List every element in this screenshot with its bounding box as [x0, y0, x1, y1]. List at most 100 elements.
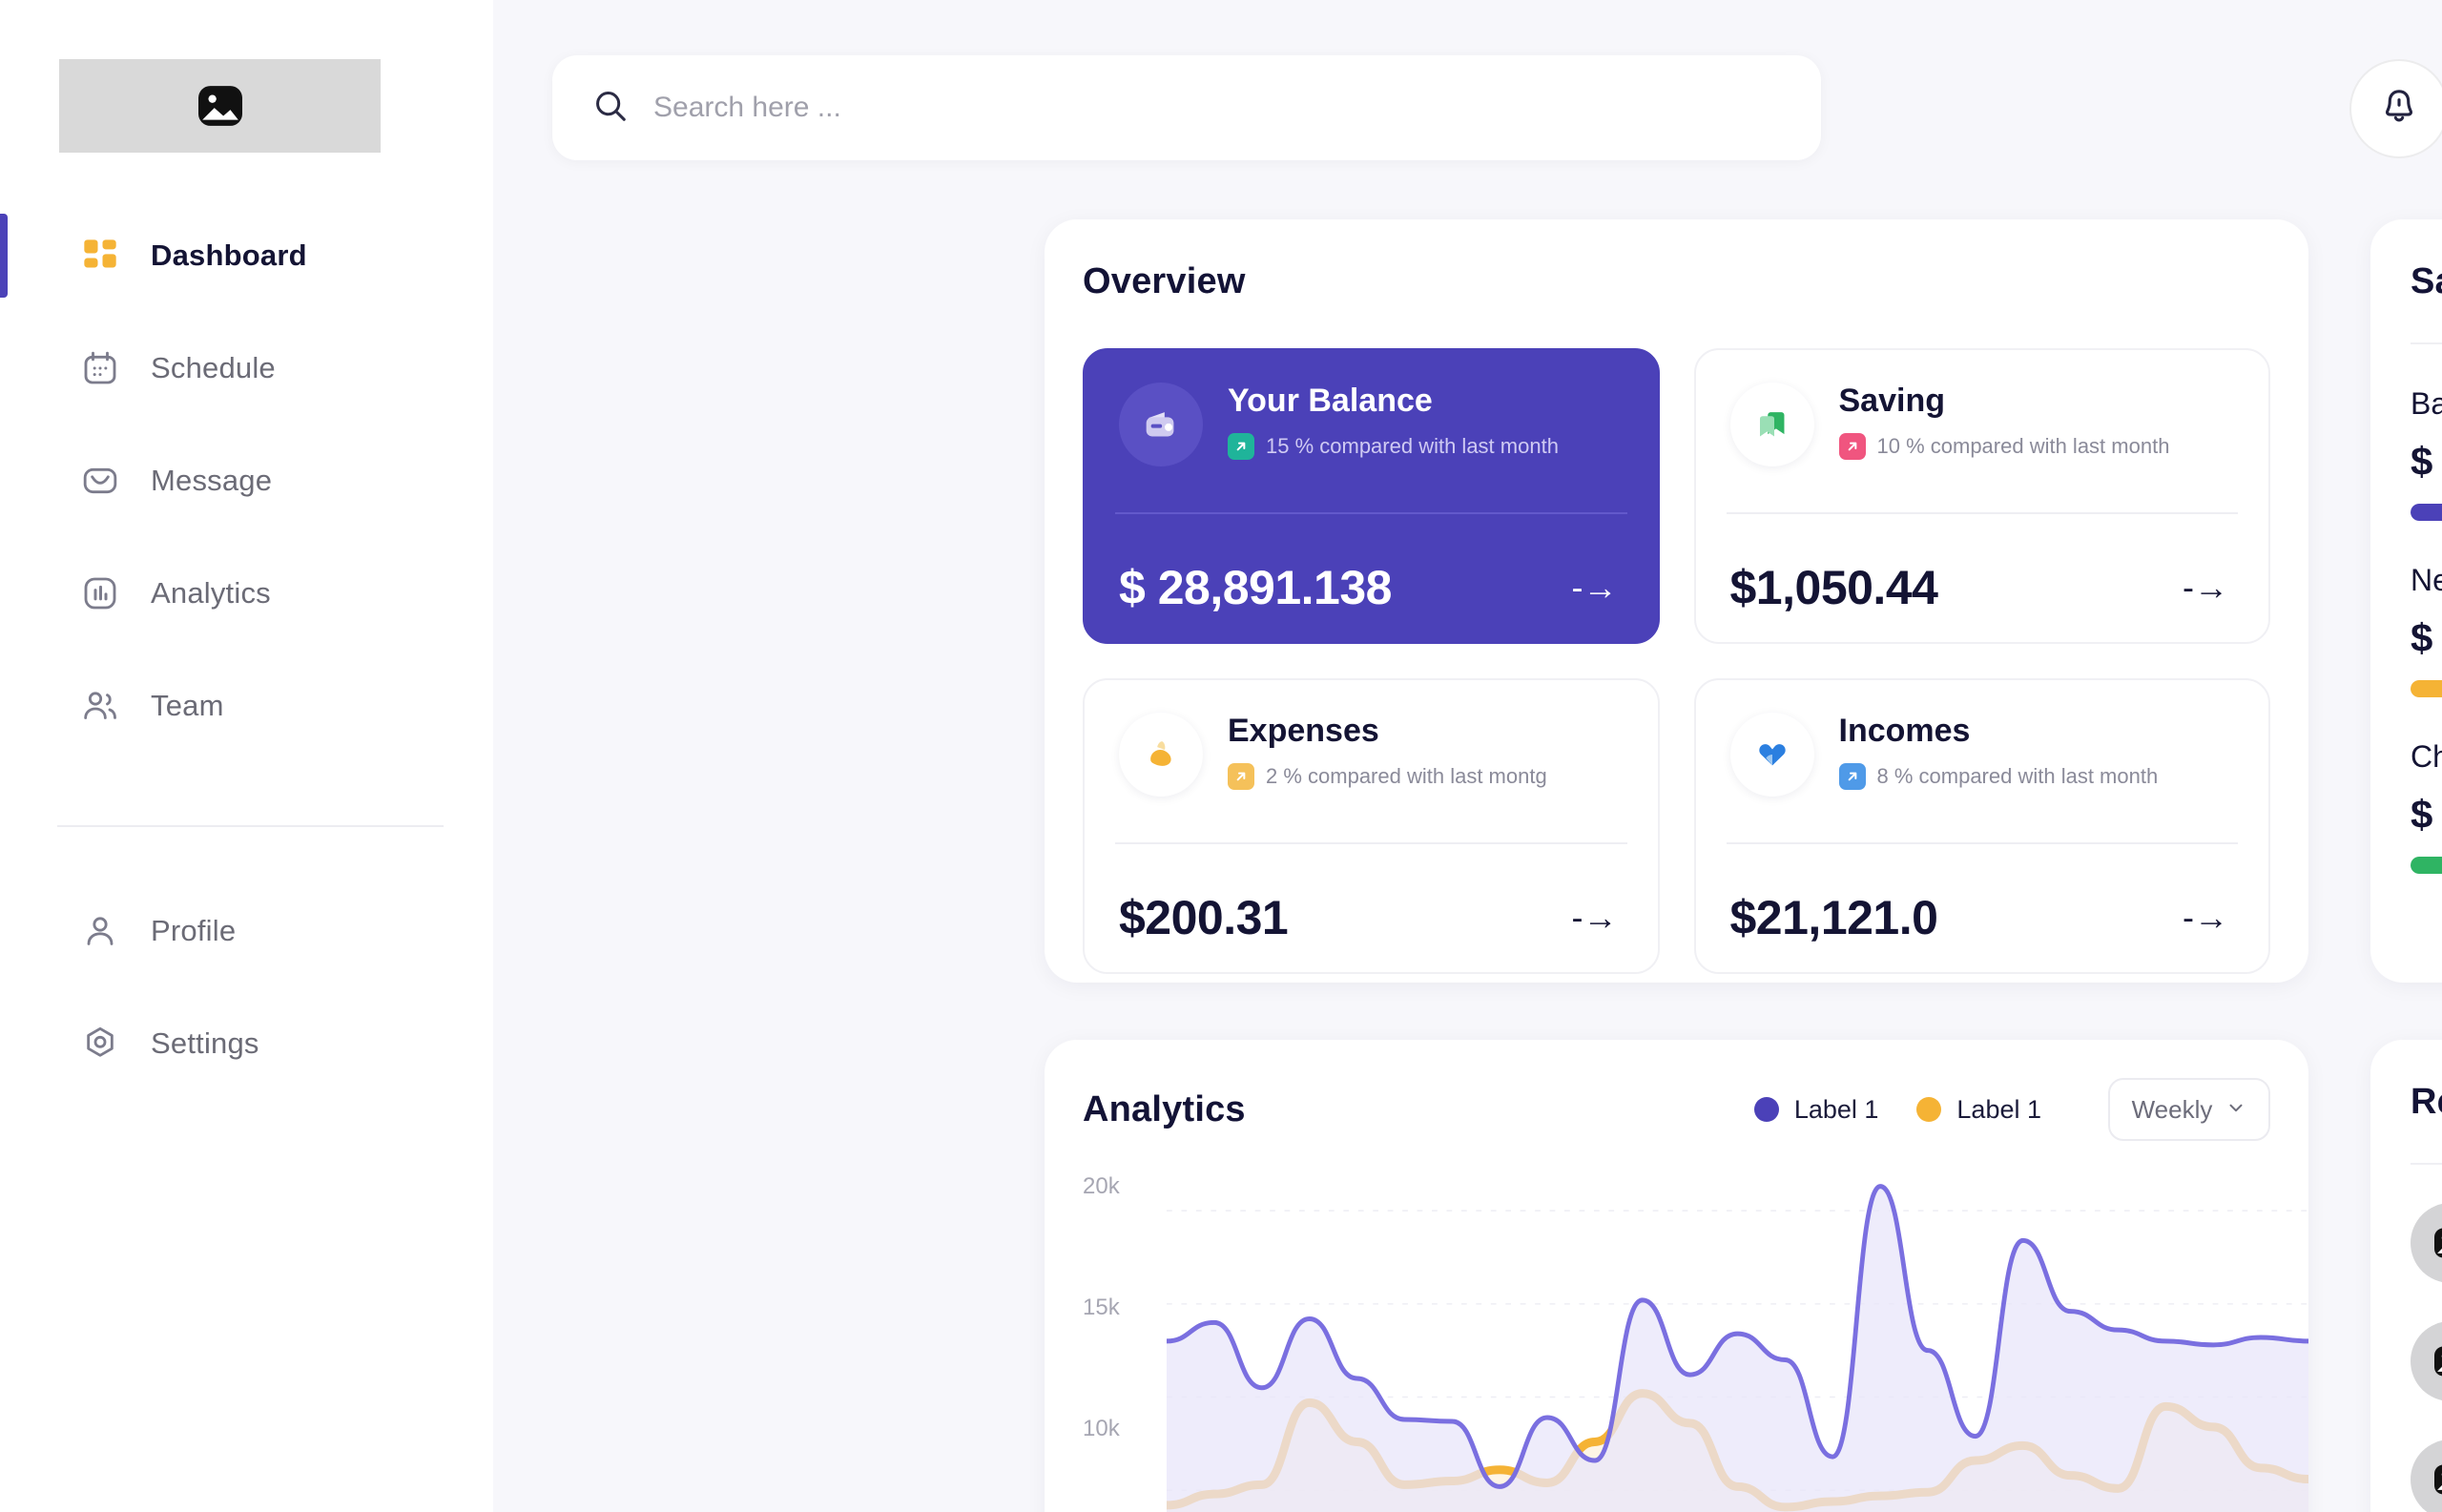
divider: [1726, 512, 2238, 514]
sidebar-item-team[interactable]: Team: [0, 672, 493, 740]
chart-legend: Label 1 Label 1 Weekly: [1753, 1078, 2270, 1141]
legend-dot-icon: [1916, 1097, 1942, 1122]
stat-detail-arrow[interactable]: -→: [1572, 568, 1624, 608]
chevron-down-icon: [2225, 1097, 2246, 1123]
stat-grid: Your Balance 15 % compared with last mon…: [1083, 348, 2270, 974]
plan-progress-bar: [2411, 504, 2442, 521]
y-tick-label: 10k: [1083, 1416, 1120, 1441]
image-placeholder-icon: [2411, 1203, 2442, 1283]
app-root: Dashboard Schedule Message Analytics Tea…: [0, 0, 2442, 1512]
stat-delta: 2 % compared with last montg: [1266, 764, 1547, 789]
stat-label: Your Balance: [1228, 383, 1433, 419]
plan-amount: $ 790,21: [2411, 615, 2442, 660]
stat-card-balance[interactable]: Your Balance 15 % compared with last mon…: [1083, 348, 1660, 644]
sidebar-item-label: Dashboard: [151, 238, 307, 272]
plan-amount: $ 1950,21: [2411, 439, 2442, 484]
overview-card: Overview Your Balance 15 % compared with…: [1045, 219, 2308, 983]
plan-amount: $ 32,111: [2411, 792, 2442, 837]
stat-value: $21,121.0: [1729, 891, 1938, 944]
saving-plan-item[interactable]: Charity Target: August 25 2022 $ 32,111 …: [2411, 739, 2442, 874]
analytics-card: Analytics Label 1 Label 1 Weekly 20k 15k…: [1045, 1040, 2308, 1512]
plan-progress-fill: [2411, 504, 2442, 521]
sidebar-item-profile[interactable]: Profile: [0, 897, 493, 965]
stat-value: $200.31: [1119, 891, 1289, 944]
stat-card-incomes[interactable]: Incomes 8 % compared with last month $21…: [1693, 678, 2270, 974]
plan-name: New Gadget: [2411, 563, 2442, 597]
arrow-up-right-icon: [1838, 763, 1866, 791]
sidebar-item-schedule[interactable]: Schedule: [0, 334, 493, 403]
notification-button[interactable]: [2349, 59, 2442, 158]
sidebar-item-message[interactable]: Message: [0, 446, 493, 515]
stat-detail-arrow[interactable]: -→: [1572, 898, 1624, 938]
range-select[interactable]: Weekly: [2108, 1078, 2270, 1141]
stat-label: Expenses: [1228, 713, 1379, 749]
divider: [1115, 842, 1627, 844]
chart-y-axis: 20k 15k 10k 5k: [1083, 1173, 1159, 1512]
image-placeholder-icon: [2411, 1440, 2442, 1512]
transaction-row[interactable]: Figma August 20, 2022 $ 100 Completed: [2411, 1203, 2442, 1283]
legend-dot-icon: [1753, 1097, 1779, 1122]
plan-progress-bar: [2411, 857, 2442, 874]
bookmark-icon: [1729, 383, 1814, 466]
plan-progress-fill: [2411, 680, 2442, 697]
sidebar-item-label: Settings: [151, 1026, 259, 1060]
transaction-row[interactable]: Youtube August 20, 2022 $ 120 Completed: [2411, 1321, 2442, 1401]
bar-chart-icon: [76, 574, 124, 612]
stat-value: $ 28,891.138: [1119, 561, 1392, 614]
plan-name: Bali Vacation: [2411, 386, 2442, 421]
arrow-up-right-icon: [1838, 433, 1866, 461]
divider: [2411, 342, 2442, 344]
main-content: Search here ... Overview Your Balance 15…: [493, 0, 2442, 1512]
stat-detail-arrow[interactable]: -→: [2183, 568, 2234, 608]
gear-icon: [76, 1025, 124, 1063]
sidebar-divider: [57, 825, 444, 827]
search-input[interactable]: Search here ...: [552, 55, 1821, 160]
divider: [2411, 1163, 2442, 1165]
chart-plot-area: [1162, 1173, 2308, 1512]
search-icon: [592, 88, 629, 129]
topbar: Search here ...: [552, 55, 2442, 160]
image-placeholder-icon: [197, 86, 242, 126]
stat-detail-arrow[interactable]: -→: [2183, 898, 2234, 938]
saving-plan-panel: Saving Plan See All Bali Vacation Target…: [2370, 219, 2442, 983]
y-tick-label: 20k: [1083, 1173, 1120, 1199]
sidebar-nav-bottom: Profile Settings: [0, 897, 493, 1122]
logo[interactable]: [59, 59, 381, 153]
sidebar-item-settings[interactable]: Settings: [0, 1009, 493, 1078]
analytics-title: Analytics: [1083, 1088, 1246, 1129]
sidebar-item-dashboard[interactable]: Dashboard: [0, 214, 493, 298]
sidebar-item-label: Message: [151, 464, 273, 497]
range-select-value: Weekly: [2131, 1094, 2213, 1124]
search-placeholder: Search here ...: [653, 92, 841, 123]
image-placeholder-icon: [2411, 1321, 2442, 1401]
sidebar-item-label: Team: [151, 689, 224, 722]
stat-card-saving[interactable]: Saving 10 % compared with last month $1,…: [1693, 348, 2270, 644]
plan-progress-fill: [2411, 857, 2442, 874]
sidebar: Dashboard Schedule Message Analytics Tea…: [0, 0, 493, 1512]
recent-transaction-panel: Recent Transaction See All Figma August …: [2370, 1040, 2442, 1512]
divider: [1726, 842, 2238, 844]
stat-card-expenses[interactable]: Expenses 2 % compared with last montg $2…: [1083, 678, 1660, 974]
sidebar-item-label: Analytics: [151, 576, 271, 610]
analytics-chart: 20k 15k 10k 5k: [1083, 1173, 2308, 1512]
saving-plan-title: Saving Plan: [2411, 261, 2442, 301]
recent-transaction-title: Recent Transaction: [2411, 1082, 2442, 1122]
user-icon: [76, 912, 124, 950]
saving-plan-item[interactable]: New Gadget Target: August 25 2022 $ 790,…: [2411, 563, 2442, 697]
legend-item: Label 1: [1753, 1095, 1878, 1125]
flame-icon: [1119, 713, 1203, 797]
plan-progress-bar: [2411, 680, 2442, 697]
plan-name: Charity: [2411, 739, 2442, 774]
sidebar-item-label: Profile: [151, 914, 237, 947]
legend-label: Label 1: [1956, 1094, 2041, 1124]
sidebar-item-analytics[interactable]: Analytics: [0, 559, 493, 628]
saving-plan-item[interactable]: Bali Vacation Target: August 25 2022 $ 1…: [2411, 386, 2442, 521]
stat-label: Incomes: [1838, 713, 1971, 749]
arrow-up-right-icon: [1228, 763, 1254, 791]
sidebar-nav: Dashboard Schedule Message Analytics Tea…: [0, 214, 493, 784]
transaction-row[interactable]: Spotify August 20, 2022 $ 15 Completed: [2411, 1440, 2442, 1512]
topbar-actions: Mirie Kiritani: [2349, 59, 2442, 158]
envelope-icon: [76, 462, 124, 500]
sidebar-item-label: Schedule: [151, 351, 276, 384]
wallet-icon: [1119, 383, 1203, 466]
